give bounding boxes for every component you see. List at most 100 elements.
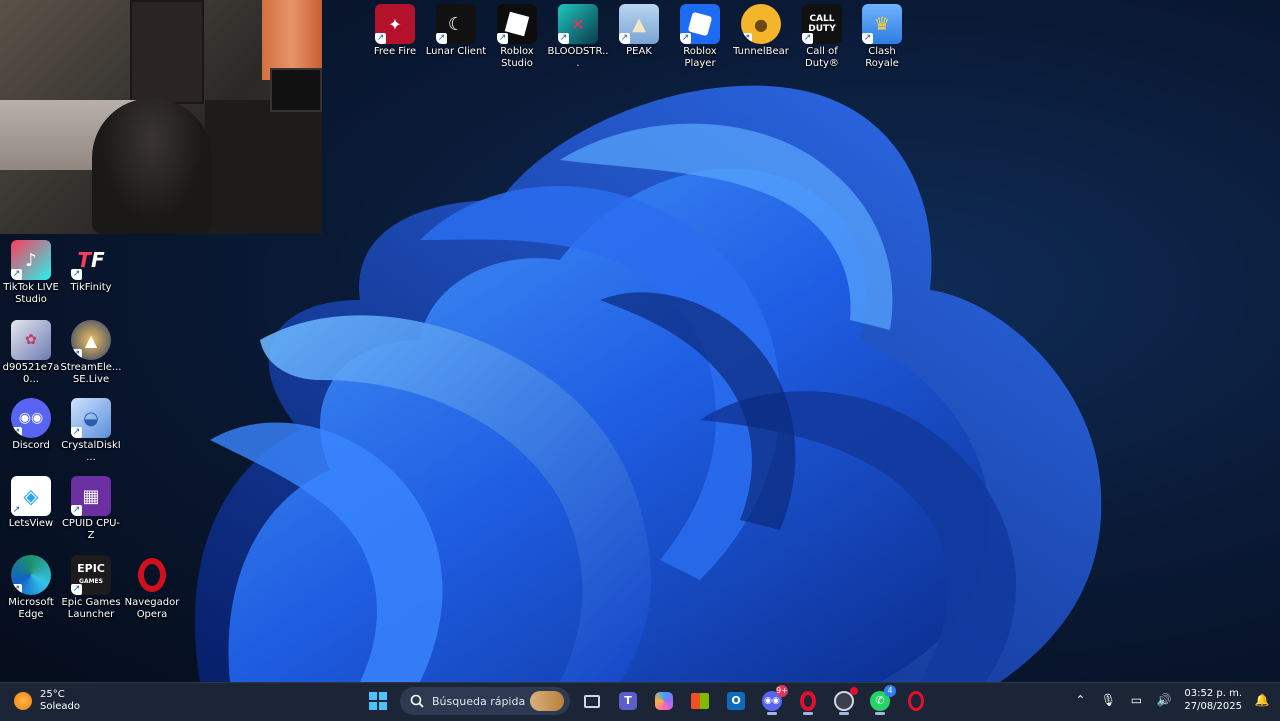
desktop-icon-lunar-client[interactable]: ☾ ↗ Lunar Client [425,4,487,58]
desktop-icon-tunnelbear[interactable]: ● ↗ TunnelBear [730,4,792,58]
bloodstrike-icon: ✕ ↗ [558,4,598,44]
desktop-icon-free-fire[interactable]: ✦ ↗ Free Fire [364,4,426,58]
taskbar: 25°C Soleado Búsqueda rápida T O ◉◉ 9+ ✆… [0,682,1280,721]
weather-temp: 25°C [40,689,65,700]
start-button[interactable] [364,687,392,715]
network-icon[interactable]: ▭ [1128,692,1144,708]
microphone-icon[interactable]: 🎙 [1100,692,1116,708]
weather-widget[interactable]: 25°C Soleado [14,689,80,713]
windows-logo-icon [369,692,387,710]
image-file-icon: ✿ [11,320,51,360]
desktop-icon-label: Discord [12,440,50,451]
desktop-icon-label: Roblox Player [683,46,717,69]
obs-taskbar-button[interactable] [830,687,858,715]
task-view-icon [584,694,600,708]
desktop-icon-label: TikTok LIVE Studio [3,282,59,305]
desktop-icon-peak[interactable]: ▲ ↗ PEAK [608,4,670,58]
clock-date: 27/08/2025 [1184,701,1242,712]
desktop-icon-cpu-z[interactable]: ▦ ↗ CPUID CPU-Z [60,476,122,542]
desktop-icon-label: TunnelBear [733,46,789,57]
webcam-monitor [270,68,322,112]
desktop-icon-label: LetsView [8,518,54,529]
desktop-icon-label: Roblox Studio [500,46,534,69]
system-tray: ⌃ 🎙 ▭ 🔊 03:52 p. m. 27/08/2025 🔔 [1072,687,1270,713]
desktop-icon-letsview[interactable]: ◈ ↗ LetsView [0,476,62,530]
desktop-icon-label: d90521e7a0... [2,362,60,385]
desktop-icon-image-file[interactable]: ✿ d90521e7a0... [0,320,62,386]
desktop-icon-label: Navegador Opera [124,597,180,620]
desktop-icon-discord[interactable]: ◉◉ ↗ Discord [0,398,62,452]
outlook-icon: O [727,692,745,710]
crystaldiskinfo-icon: ◒ ↗ [71,398,111,438]
desktop-icon-label: CrystalDiskI... [61,440,121,463]
desktop-icon-crystaldiskinfo[interactable]: ◒ ↗ CrystalDiskI... [60,398,122,464]
microsoft-store-button[interactable] [686,687,714,715]
desktop-icon-tikfinity[interactable]: TF ↗ TikFinity [60,240,122,294]
desktop-icon-tiktok-live-studio[interactable]: ♪ ↗ TikTok LIVE Studio [0,240,62,306]
webcam-desk [205,100,322,234]
desktop-icon-streamelements[interactable]: ▲ ↗ StreamEle... SE.Live [60,320,122,386]
desktop-icon-label: Call of Duty® [805,46,839,69]
taskbar-apps: Búsqueda rápida T O ◉◉ 9+ ✆ 4 [364,685,930,715]
roblox-studio-icon: ↗ [497,4,537,44]
desktop-icon-label: TikFinity [70,282,112,293]
clock[interactable]: 03:52 p. m. 27/08/2025 [1184,687,1242,713]
webcam-person [92,98,212,234]
clash-royale-icon: ♛ ↗ [862,4,902,44]
desktop-icon-label: Epic Games Launcher [61,597,121,620]
task-view-button[interactable] [578,687,606,715]
store-icon [691,693,709,709]
desktop-icon-microsoft-edge[interactable]: ↗ Microsoft Edge [0,555,62,621]
epic-games-icon: EPIC GAMES ↗ [71,555,111,595]
desktop-icon-roblox-studio[interactable]: ↗ Roblox Studio [486,4,548,70]
whatsapp-taskbar-button[interactable]: ✆ 4 [866,685,896,715]
lunar-client-icon: ☾ ↗ [436,4,476,44]
volume-icon[interactable]: 🔊 [1156,692,1172,708]
sun-icon [14,692,32,710]
desktop-icon-label: BLOODSTR... [547,46,609,69]
call-of-duty-icon: CALL DUTY ↗ [802,4,842,44]
opera-gx-icon [908,691,924,711]
recording-indicator [850,687,858,695]
roblox-player-icon: ↗ [680,4,720,44]
desktop-icon-roblox-player[interactable]: ↗ Roblox Player [669,4,731,70]
opera-gx-taskbar-button[interactable] [902,687,930,715]
desktop-icon-label: Lunar Client [425,46,487,57]
copilot-icon [655,692,673,710]
edge-icon: ↗ [11,555,51,595]
desktop-icon-call-of-duty[interactable]: CALL DUTY ↗ Call of Duty® [791,4,853,70]
opera-icon [800,691,816,711]
discord-taskbar-button[interactable]: ◉◉ 9+ [758,685,788,715]
search-box[interactable]: Búsqueda rápida [400,687,570,715]
tiktok-live-studio-icon: ♪ ↗ [11,240,51,280]
desktop-icon-label: CPUID CPU-Z [61,518,121,541]
copilot-button[interactable] [650,687,678,715]
desktop-icon-label: Clash Royale [865,46,899,69]
desktop-icon-label: Free Fire [373,46,417,57]
desktop-icon-label: Microsoft Edge [8,597,54,620]
clock-time: 03:52 p. m. [1184,688,1242,699]
notification-badge: 9+ [776,685,788,697]
opera-taskbar-button[interactable] [794,687,822,715]
desktop-icon-clash-royale[interactable]: ♛ ↗ Clash Royale [851,4,913,70]
chevron-up-icon[interactable]: ⌃ [1072,692,1088,708]
streamelements-icon: ▲ ↗ [71,320,111,360]
desktop-icon-label: PEAK [626,46,652,57]
outlook-button[interactable]: O [722,687,750,715]
desktop-icon-label: StreamEle... SE.Live [60,362,122,385]
opera-icon [132,555,172,595]
peak-icon: ▲ ↗ [619,4,659,44]
desktop-icon-opera[interactable]: Navegador Opera [121,555,183,621]
cpu-z-icon: ▦ ↗ [71,476,111,516]
search-placeholder: Búsqueda rápida [432,694,526,708]
desktop-icon-epic-games[interactable]: EPIC GAMES ↗ Epic Games Launcher [60,555,122,621]
tunnelbear-icon: ● ↗ [741,4,781,44]
notification-bell-icon[interactable]: 🔔 [1254,692,1270,708]
desktop-icon-bloodstrike[interactable]: ✕ ↗ BLOODSTR... [547,4,609,70]
webcam-overlay [0,0,322,234]
teams-button[interactable]: T [614,687,642,715]
teams-icon: T [619,692,637,710]
letsview-icon: ◈ ↗ [11,476,51,516]
discord-icon: ◉◉ ↗ [11,398,51,438]
weather-condition: Soleado [40,701,80,712]
